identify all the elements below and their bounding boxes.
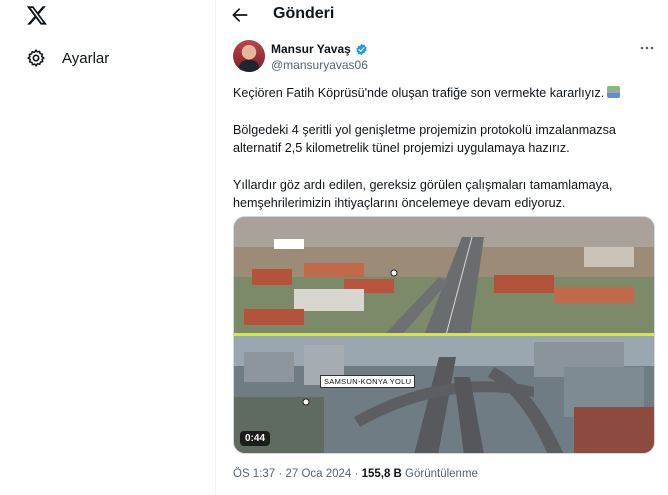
tweet-line: Yıllardır göz ardı edilen, gereksiz görü… <box>233 177 613 192</box>
tweet-line: Keçiören Fatih Köprüsü'nde oluşan trafiğ… <box>233 84 658 103</box>
tweet-video[interactable]: SAMSUN-KONYA YOLU 0:44 <box>233 216 655 454</box>
meta-separator: · <box>278 468 283 480</box>
video-duration: 0:44 <box>240 431 271 446</box>
meta-separator: · <box>354 468 359 480</box>
tweet-line: hemşehrilerimizin ihtiyaçlarını önceleme… <box>233 196 566 210</box>
tweet-date[interactable]: 27 Oca 2024 <box>285 468 351 480</box>
tweet-text: Keçiören Fatih Köprüsü'nde oluşan trafiğ… <box>233 84 658 213</box>
author-name[interactable]: Mansur Yavaş <box>271 42 351 56</box>
cityscape-emoji-icon <box>607 86 621 98</box>
video-frame <box>234 217 654 453</box>
tweet-author: Mansur Yavaş @mansuryavas06 <box>233 40 663 76</box>
page-header: Gönderi <box>216 0 668 30</box>
author-handle[interactable]: @mansuryavas06 <box>271 58 368 72</box>
left-nav: Ayarlar <box>0 0 215 495</box>
verified-badge-icon[interactable] <box>355 43 368 56</box>
nav-item-settings[interactable]: Ayarlar <box>26 46 109 70</box>
tweet-meta: ÖS 1:37 · 27 Oca 2024 · 155,8 B Görüntül… <box>233 468 478 480</box>
x-logo-icon[interactable] <box>26 4 48 26</box>
more-options-icon[interactable] <box>639 42 655 54</box>
tweet-time[interactable]: ÖS 1:37 <box>233 468 275 480</box>
nav-item-settings-label: Ayarlar <box>62 49 110 67</box>
gear-icon <box>27 49 45 67</box>
page-title: Gönderi <box>273 5 335 22</box>
tweet-line: alternatif 2,5 kilometrelik tünel projem… <box>233 141 570 155</box>
video-overlay-sign: SAMSUN-KONYA YOLU <box>320 375 416 388</box>
main-column: Gönderi Mansur Yavaş @mansuryavas06 Keçi… <box>215 0 668 495</box>
tweet-line: Bölgedeki 4 şeritli yol genişletme proje… <box>233 122 616 137</box>
views-count[interactable]: 155,8 B <box>362 468 402 480</box>
arrow-left-icon[interactable] <box>230 5 250 25</box>
author-name-line: Mansur Yavaş <box>271 42 368 56</box>
views-label: Görüntülenme <box>405 468 478 480</box>
avatar[interactable] <box>233 40 265 72</box>
